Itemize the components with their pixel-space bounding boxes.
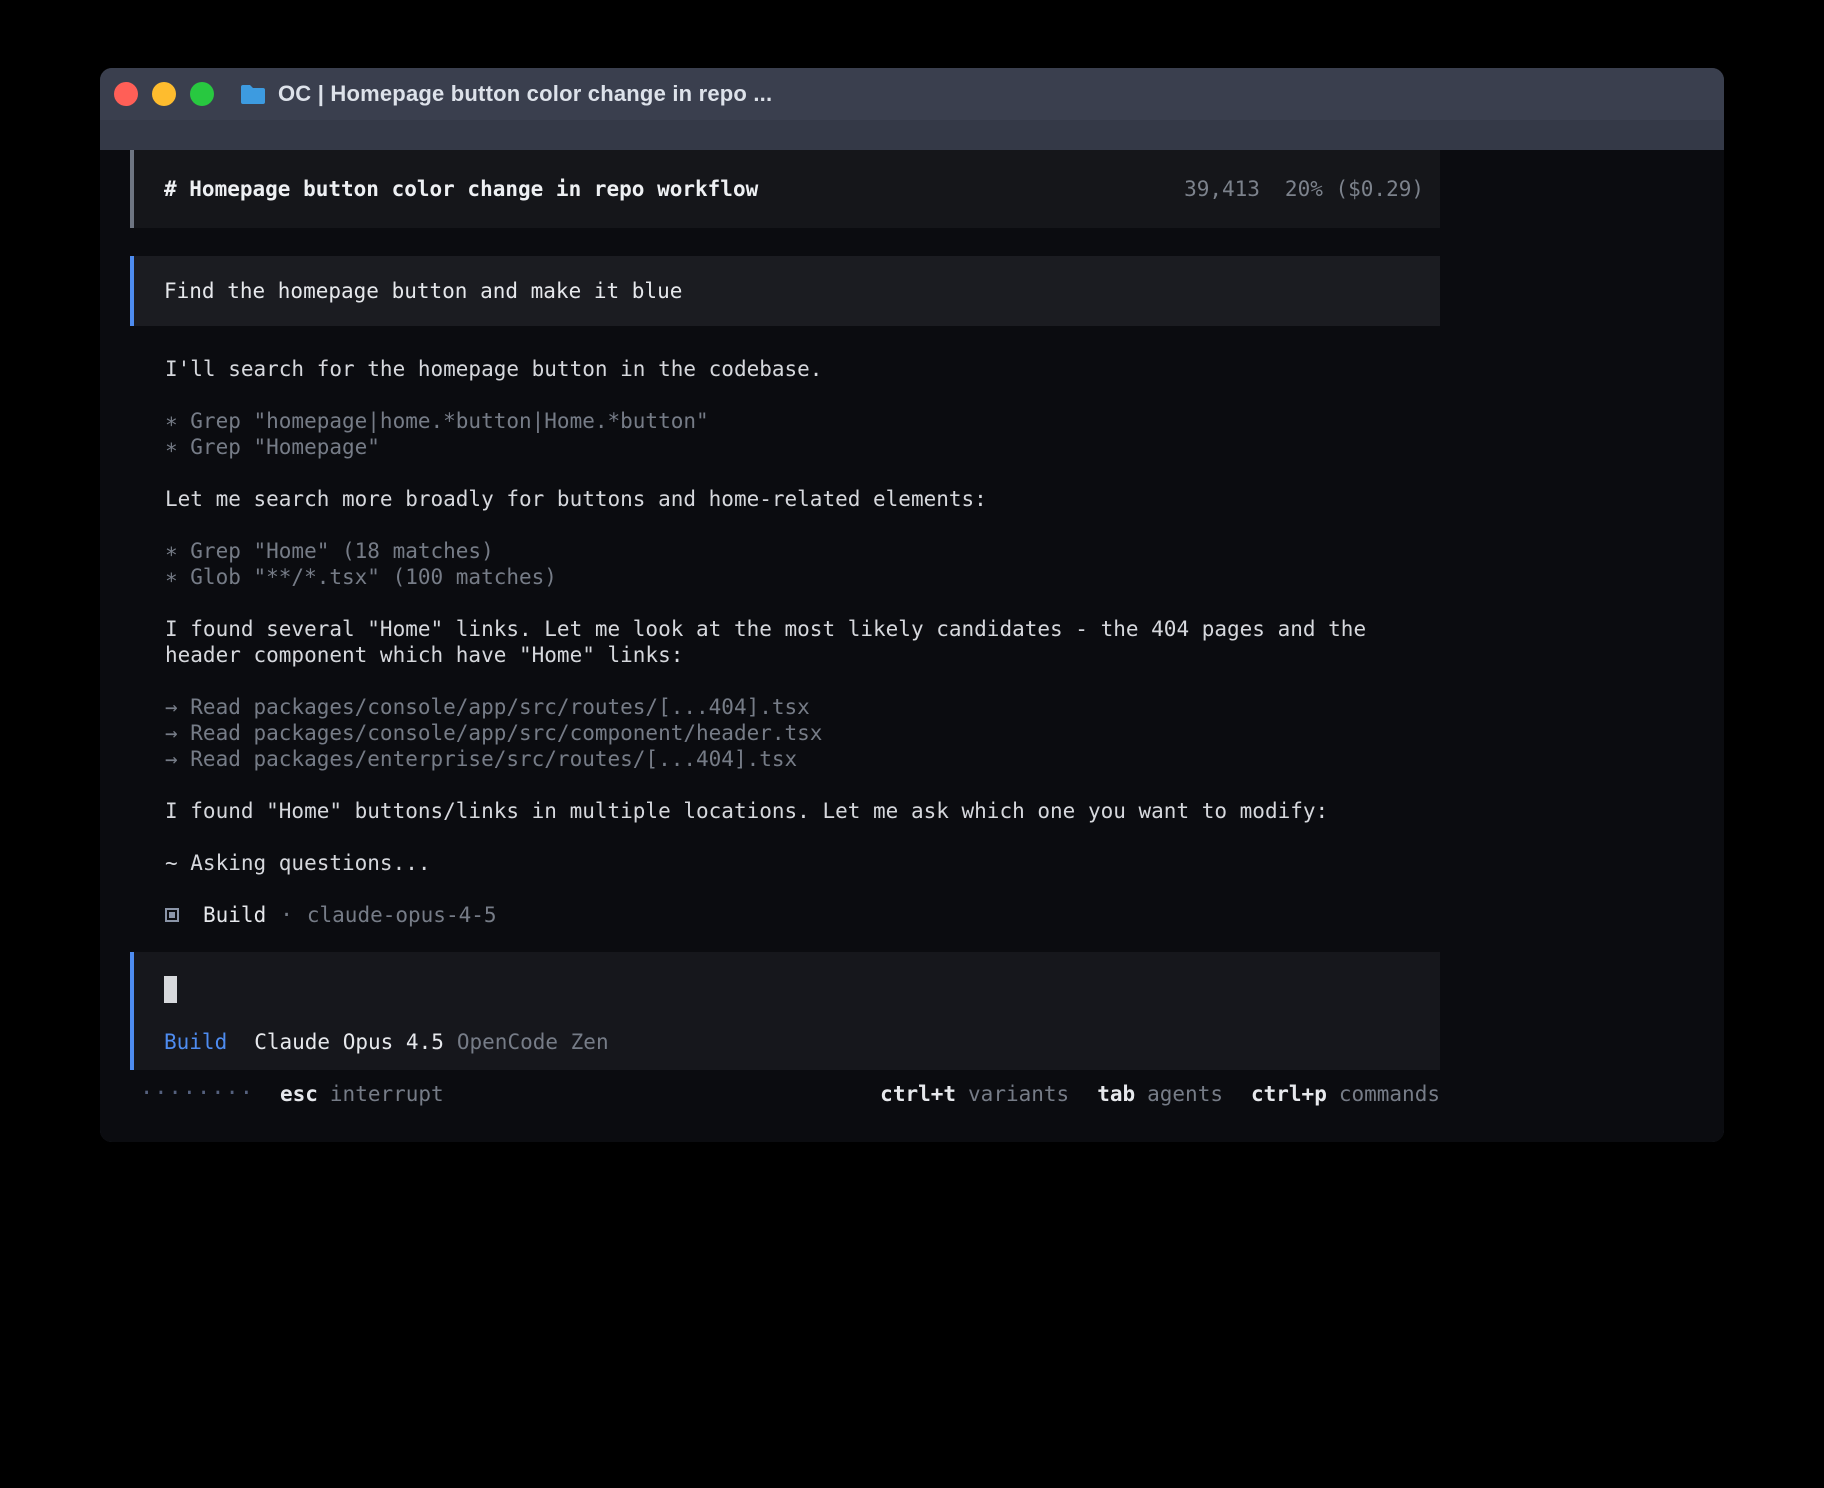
assistant-message: Let me search more broadly for buttons a… <box>165 486 1425 512</box>
shortcut-key: ctrl+p <box>1251 1081 1327 1107</box>
tool-call-read: → Read packages/enterprise/src/routes/[.… <box>165 746 1425 772</box>
agent-status-line: Build · claude-opus-4-5 <box>165 902 1425 928</box>
agent-separator: · <box>280 902 293 928</box>
conversation-transcript: I'll search for the homepage button in t… <box>130 356 1425 928</box>
assistant-message: I found "Home" buttons/links in multiple… <box>165 798 1425 824</box>
shortcut-commands: ctrl+p commands <box>1251 1081 1440 1107</box>
tool-call-read: → Read packages/console/app/src/componen… <box>165 720 1425 746</box>
input-provider-label: OpenCode Zen <box>457 1029 609 1055</box>
terminal-content: # Homepage button color change in repo w… <box>100 150 1724 1142</box>
shortcut-label: variants <box>968 1081 1069 1107</box>
prompt-input[interactable]: Build Claude Opus 4.5 OpenCode Zen <box>130 952 1440 1070</box>
folder-icon <box>240 83 266 105</box>
session-header: # Homepage button color change in repo w… <box>130 150 1440 228</box>
user-message: Find the homepage button and make it blu… <box>130 256 1440 326</box>
maximize-button[interactable] <box>190 82 214 106</box>
assistant-message: I'll search for the homepage button in t… <box>165 356 1425 382</box>
session-stats: 39,413 20% ($0.29) <box>1184 176 1424 202</box>
status-line: ~ Asking questions... <box>165 850 1425 876</box>
window-title: OC | Homepage button color change in rep… <box>278 81 772 107</box>
shortcut-key: ctrl+t <box>880 1081 956 1107</box>
terminal-window: OC | Homepage button color change in rep… <box>100 68 1724 1142</box>
titlebar: OC | Homepage button color change in rep… <box>100 68 1724 120</box>
esc-key: esc <box>280 1081 318 1107</box>
agent-name: Build <box>203 902 266 928</box>
context-cost: 20% ($0.29) <box>1285 176 1424 202</box>
input-meta: Build Claude Opus 4.5 OpenCode Zen <box>164 1029 1440 1055</box>
tool-call-grep: ∗ Grep "Home" (18 matches) <box>165 538 1425 564</box>
status-bar: ········ esc interrupt ctrl+t variants t… <box>130 1080 1440 1108</box>
input-cursor <box>164 976 177 1003</box>
esc-hint: interrupt <box>330 1081 444 1107</box>
close-button[interactable] <box>114 82 138 106</box>
spinner-dots: ········ <box>140 1081 254 1107</box>
traffic-lights <box>114 82 214 106</box>
tool-call-glob: ∗ Glob "**/*.tsx" (100 matches) <box>165 564 1425 590</box>
minimize-button[interactable] <box>152 82 176 106</box>
tool-call-grep: ∗ Grep "homepage|home.*button|Home.*butt… <box>165 408 1425 434</box>
tool-call-grep: ∗ Grep "Homepage" <box>165 434 1425 460</box>
shortcut-label: agents <box>1147 1081 1223 1107</box>
shortcut-label: commands <box>1339 1081 1440 1107</box>
agent-icon <box>165 908 179 922</box>
input-model-label: Claude Opus 4.5 <box>254 1029 444 1055</box>
shortcut-agents: tab agents <box>1097 1081 1223 1107</box>
shortcut-variants: ctrl+t variants <box>880 1081 1069 1107</box>
assistant-message: I found several "Home" links. Let me loo… <box>165 616 1425 668</box>
keyboard-shortcuts: ctrl+t variants tab agents ctrl+p comman… <box>880 1081 1440 1107</box>
session-title: # Homepage button color change in repo w… <box>164 176 758 202</box>
agent-model: claude-opus-4-5 <box>307 902 497 928</box>
input-agent-label: Build <box>164 1029 227 1055</box>
tool-call-read: → Read packages/console/app/src/routes/[… <box>165 694 1425 720</box>
shortcut-key: tab <box>1097 1081 1135 1107</box>
token-count: 39,413 <box>1184 176 1260 202</box>
user-message-text: Find the homepage button and make it blu… <box>164 278 682 304</box>
